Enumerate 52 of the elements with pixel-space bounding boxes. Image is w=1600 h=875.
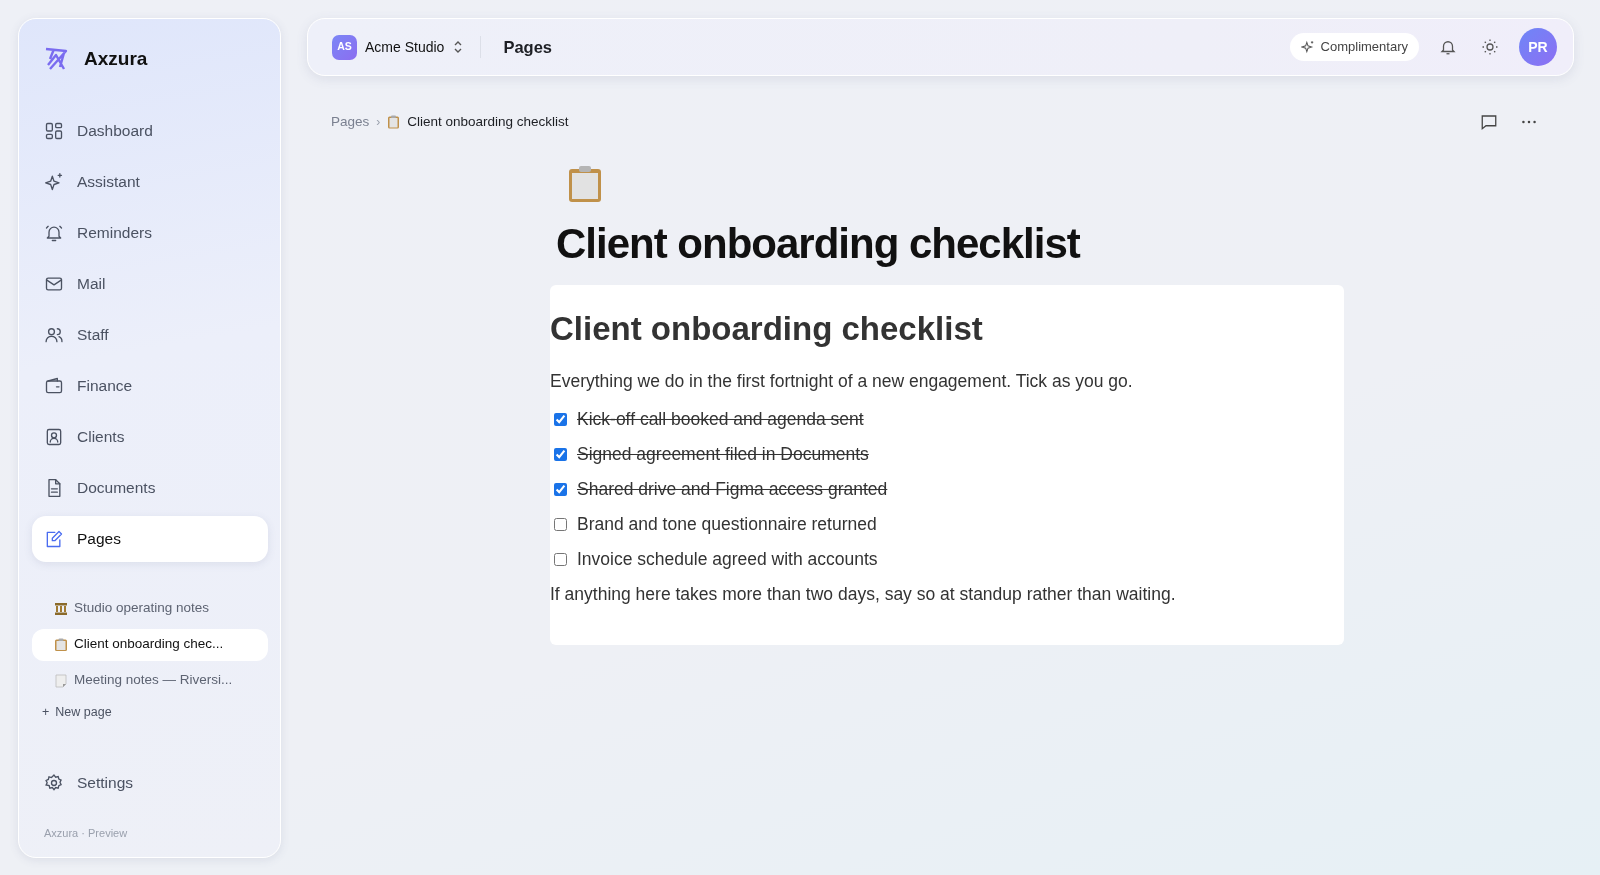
breadcrumb-current: Client onboarding checklist xyxy=(407,112,569,131)
checklist-item-text: Shared drive and Figma access granted xyxy=(577,478,888,502)
sidebar-item[interactable]: Documents xyxy=(32,464,268,511)
document-title: Client onboarding checklist xyxy=(556,219,1082,269)
settings-item[interactable]: Settings xyxy=(32,759,268,806)
notepad-icon xyxy=(54,673,68,688)
workspace-switcher[interactable]: AS Acme Studio xyxy=(332,34,465,60)
sidebar-item[interactable]: Staff xyxy=(32,311,268,358)
sidebar-item[interactable]: Reminders xyxy=(32,209,268,256)
footer-text: Axzura · Preview xyxy=(43,825,129,841)
sidebar-item[interactable]: Dashboard xyxy=(32,107,268,154)
checklist-item-text: Brand and tone questionnaire returned xyxy=(577,513,877,537)
plan-button[interactable]: Complimentary xyxy=(1289,33,1419,61)
breadcrumb-separator: › xyxy=(376,114,381,131)
wallet-icon xyxy=(44,375,64,396)
checklist-item-text: Signed agreement filed in Documents xyxy=(577,443,869,467)
page-item[interactable]: Client onboarding chec... xyxy=(32,628,268,661)
comment-icon xyxy=(1480,113,1498,131)
grid-icon xyxy=(44,120,64,141)
breadcrumb-link[interactable]: Pages xyxy=(331,111,370,133)
contact-card-icon xyxy=(44,426,64,447)
intro-text: Everything we do in the first fortnight of a new engagement. Tick as you go. xyxy=(550,369,1134,393)
sidebar-item[interactable]: Mail xyxy=(32,260,268,307)
building-icon xyxy=(54,601,68,616)
checkbox[interactable] xyxy=(554,412,567,426)
sparkle-icon xyxy=(44,171,64,192)
brand-name: Axzura xyxy=(84,47,148,71)
page-item[interactable]: Studio operating notes xyxy=(32,592,268,625)
sidebar-item[interactable]: Finance xyxy=(32,362,268,409)
page-title: Pages xyxy=(503,36,552,58)
checkbox[interactable] xyxy=(554,552,567,566)
settings-icon xyxy=(44,772,64,793)
bell-icon xyxy=(1439,38,1457,56)
page-item[interactable]: Meeting notes — Riversi... xyxy=(32,664,268,697)
checklist-item-text: Invoice schedule agreed with accounts xyxy=(577,548,878,572)
edit-page-icon xyxy=(44,528,64,549)
closing-text: If anything here takes more than two days, say so at standup rather than waiting. xyxy=(550,582,1177,606)
clipboard-icon xyxy=(568,165,602,203)
checkbox[interactable] xyxy=(554,482,567,496)
checklist-item-text: Kick-off call booked and agenda sent xyxy=(577,408,864,432)
checkbox[interactable] xyxy=(554,517,567,531)
new-page-button[interactable]: + New page xyxy=(32,700,268,724)
clipboard-icon xyxy=(387,115,401,129)
document-heading: Client onboarding checklist xyxy=(550,311,984,348)
sparkle-icon xyxy=(1300,40,1315,54)
clipboard-icon xyxy=(54,637,68,652)
checkbox[interactable] xyxy=(554,447,567,461)
sun-icon xyxy=(1481,38,1499,56)
sidebar-item[interactable]: Clients xyxy=(32,413,268,460)
more-icon xyxy=(1522,120,1536,124)
sidebar-item[interactable]: Assistant xyxy=(32,158,268,205)
sidebar-item[interactable]: Pages xyxy=(32,515,268,562)
